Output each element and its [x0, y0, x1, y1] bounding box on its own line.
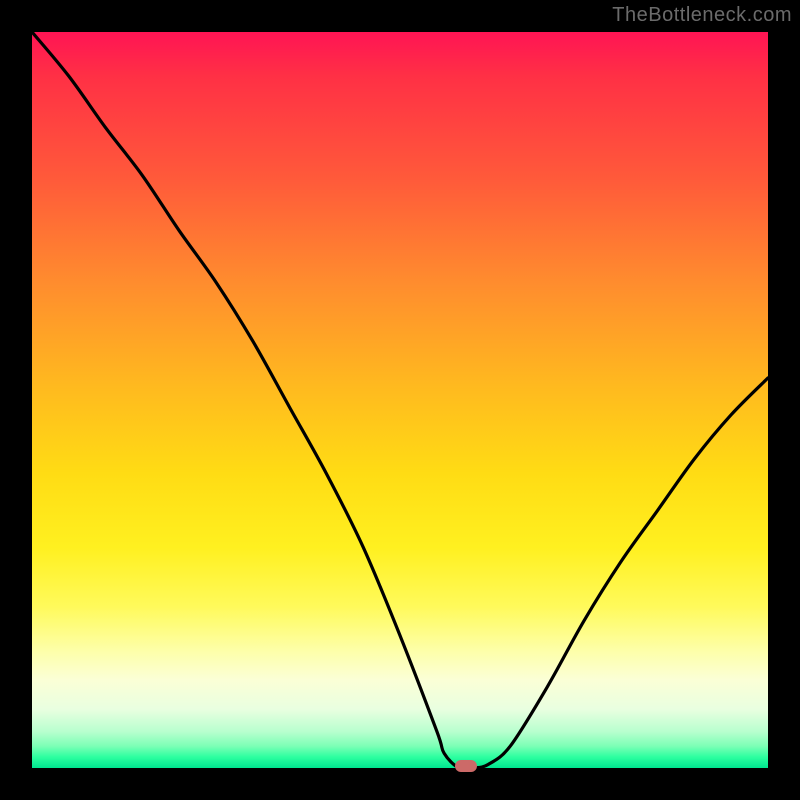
chart-frame: TheBottleneck.com [0, 0, 800, 800]
curve-path [32, 32, 768, 768]
plot-area [32, 32, 768, 768]
optimum-marker [455, 760, 477, 772]
bottleneck-curve [32, 32, 768, 768]
attribution-text: TheBottleneck.com [612, 4, 792, 27]
